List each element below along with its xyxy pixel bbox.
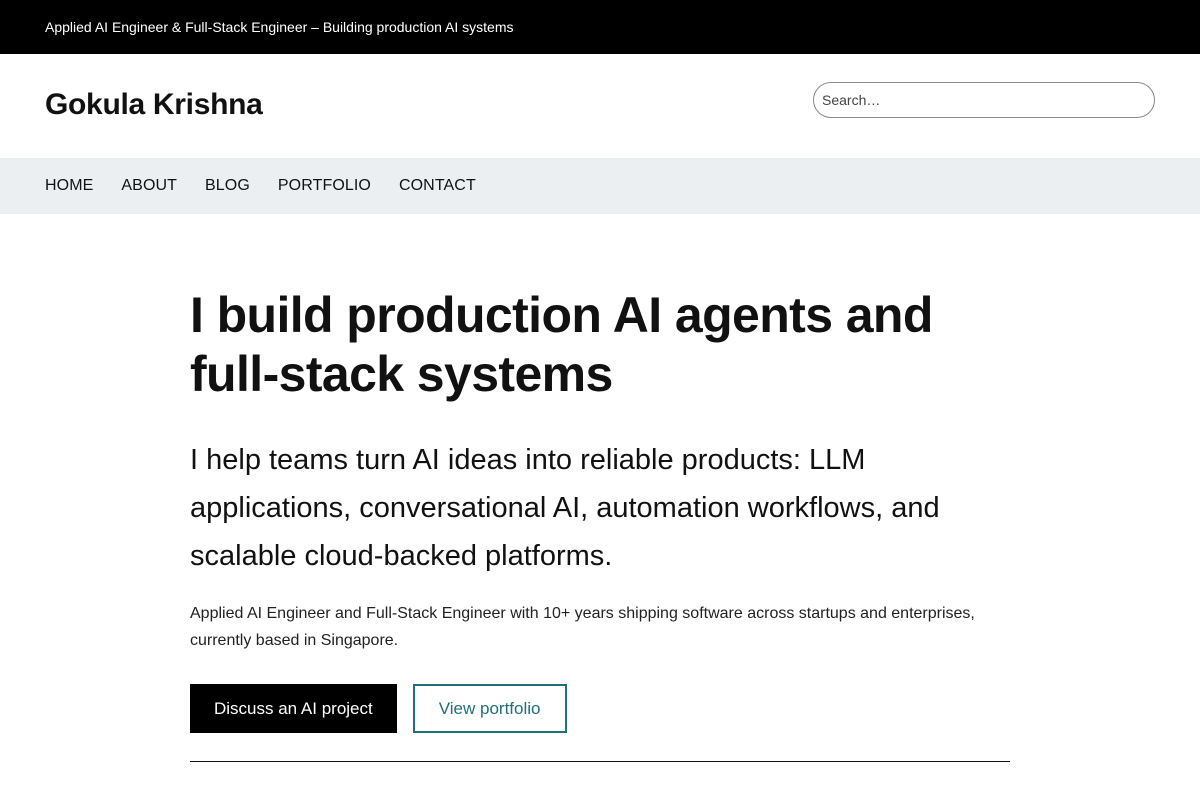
hero-body: Applied AI Engineer and Full-Stack Engin… (190, 605, 975, 649)
nav-item-blog: BLOG (205, 177, 250, 195)
search-input[interactable] (813, 82, 1155, 118)
site-header: Gokula Krishna (0, 54, 1200, 158)
nav-link-home[interactable]: HOME (45, 177, 93, 194)
nav-link-about[interactable]: ABOUT (121, 177, 177, 194)
hero-title: I build production AI agents and full-st… (190, 287, 933, 402)
site-tagline: Applied AI Engineer & Full-Stack Enginee… (45, 19, 514, 35)
nav-item-about: ABOUT (121, 177, 177, 195)
main-nav: HOME ABOUT BLOG PORTFOLIO CONTACT (0, 158, 1200, 214)
site-title[interactable]: Gokula Krishna (45, 87, 263, 123)
nav-link-contact[interactable]: CONTACT (399, 177, 476, 194)
nav-list: HOME ABOUT BLOG PORTFOLIO CONTACT (45, 177, 476, 195)
nav-link-portfolio[interactable]: PORTFOLIO (278, 177, 371, 194)
view-portfolio-button[interactable]: View portfolio (412, 684, 567, 733)
top-bar: Applied AI Engineer & Full-Stack Enginee… (0, 0, 1200, 54)
hero-lead: I help teams turn AI ideas into reliable… (190, 444, 940, 572)
hero-section: I build production AI agents and full-st… (190, 286, 1010, 733)
nav-link-blog[interactable]: BLOG (205, 177, 250, 194)
discuss-project-button[interactable]: Discuss an AI project (190, 684, 397, 733)
section-divider (190, 761, 1010, 762)
nav-item-contact: CONTACT (399, 177, 476, 195)
nav-item-home: HOME (45, 177, 93, 195)
nav-item-portfolio: PORTFOLIO (278, 177, 371, 195)
cta-row: Discuss an AI project View portfolio (190, 684, 1010, 733)
